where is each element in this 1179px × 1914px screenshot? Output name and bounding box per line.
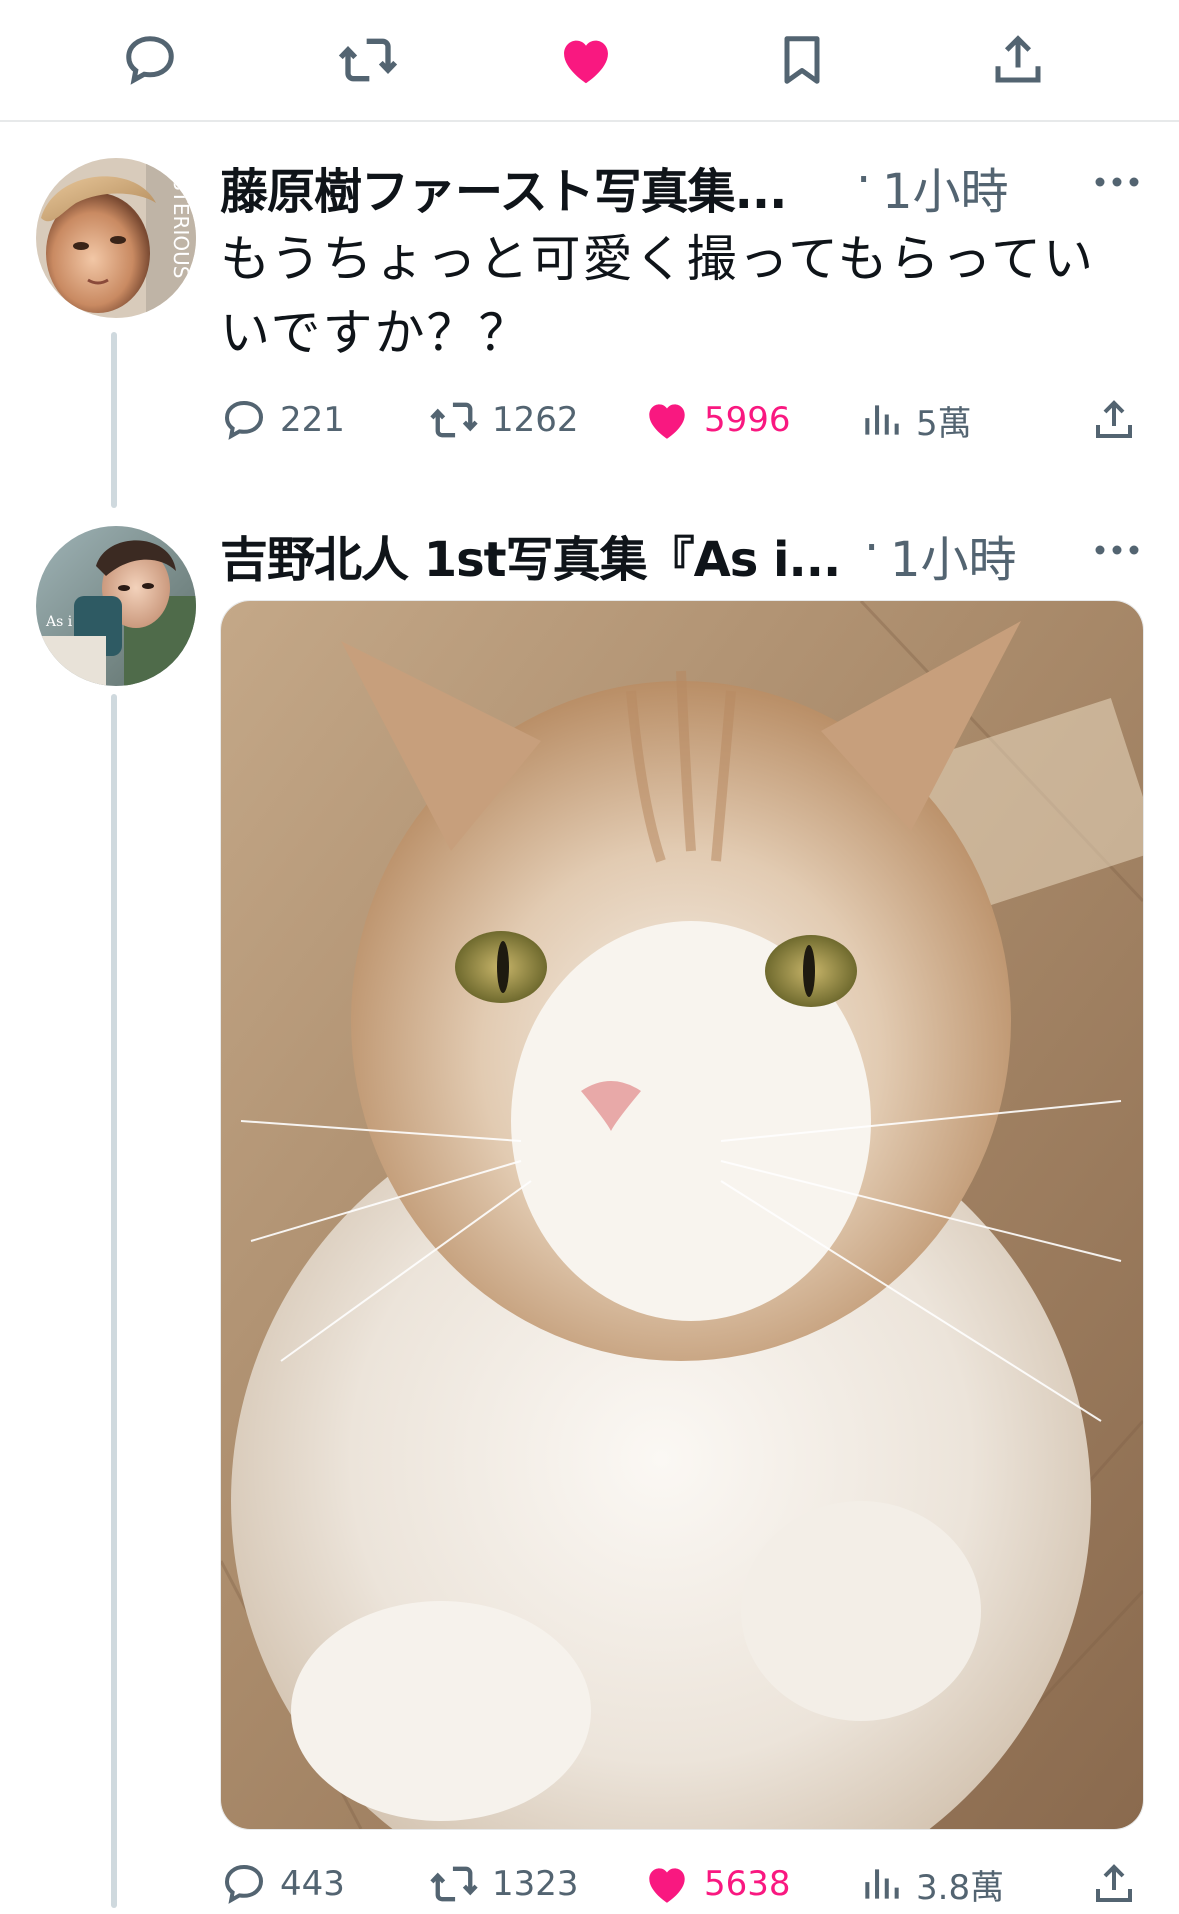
reply-icon: [224, 1864, 264, 1904]
retweet-button[interactable]: [336, 28, 400, 92]
avatar-text: STERIOUS: [169, 178, 193, 278]
retweet-button[interactable]: 1262: [428, 390, 579, 450]
bookmark-button[interactable]: [770, 28, 834, 92]
avatar[interactable]: As i: [36, 526, 196, 686]
reply-button[interactable]: 443: [220, 1854, 345, 1914]
share-icon: [995, 35, 1041, 83]
analytics-icon: [865, 1869, 899, 1899]
like-icon-filled: [649, 1868, 685, 1903]
like-icon-filled: [649, 404, 685, 439]
reply-count: 221: [280, 400, 345, 440]
like-count: 5996: [704, 400, 791, 440]
reply-button[interactable]: [118, 28, 182, 92]
share-button[interactable]: [986, 28, 1050, 92]
author-name[interactable]: 藤原樹ファースト写真集...: [220, 152, 787, 222]
timestamp[interactable]: 1小時: [882, 152, 1009, 222]
bookmark-icon: [784, 36, 820, 84]
tweet-text-line: いですか？？: [220, 304, 531, 362]
avatar[interactable]: STERIOUS: [36, 158, 196, 318]
share-button[interactable]: [1090, 1854, 1138, 1914]
separator-dot: ·: [864, 520, 880, 576]
tweet-text-line: もうちょっと可愛く撮ってもらってい: [220, 230, 1095, 288]
top-action-bar: [0, 0, 1179, 122]
analytics-icon: [865, 405, 899, 435]
share-button[interactable]: [1090, 390, 1138, 450]
retweet-icon: [430, 1866, 478, 1902]
tweet-photo[interactable]: [220, 600, 1144, 1830]
tweet-text: もうちょっと可愛く撮ってもらってい いですか？？: [220, 222, 1140, 370]
retweet-count: 1323: [492, 1864, 579, 1904]
like-button[interactable]: 5638: [642, 1854, 791, 1914]
more-icon[interactable]: [1094, 544, 1140, 556]
reply-icon: [126, 36, 174, 85]
view-count: 3.8萬: [916, 1867, 1005, 1908]
retweet-icon: [430, 402, 478, 438]
like-button[interactable]: 5996: [642, 390, 791, 450]
like-count: 5638: [704, 1864, 791, 1904]
retweet-icon: [338, 38, 398, 82]
reply-icon: [224, 400, 264, 440]
thread-line: [111, 694, 117, 1908]
reply-button[interactable]: 221: [220, 390, 345, 450]
author-name[interactable]: 吉野北人 1st写真集『As i...: [220, 520, 841, 590]
retweet-button[interactable]: 1323: [428, 1854, 579, 1914]
share-icon: [1096, 1864, 1132, 1902]
like-button[interactable]: [554, 28, 618, 92]
more-icon[interactable]: [1094, 176, 1140, 188]
views-button[interactable]: 5萬: [860, 390, 972, 450]
retweet-count: 1262: [492, 400, 579, 440]
timestamp[interactable]: 1小時: [890, 520, 1017, 590]
separator-dot: ·: [856, 152, 872, 208]
view-count: 5萬: [916, 403, 972, 444]
share-icon: [1096, 400, 1132, 438]
cat-photo-image: [221, 601, 1143, 1829]
reply-count: 443: [280, 1864, 345, 1904]
avatar-text: As i: [45, 614, 73, 630]
thread-line: [111, 332, 117, 508]
views-button[interactable]: 3.8萬: [860, 1854, 1004, 1914]
like-icon-filled: [564, 40, 608, 84]
